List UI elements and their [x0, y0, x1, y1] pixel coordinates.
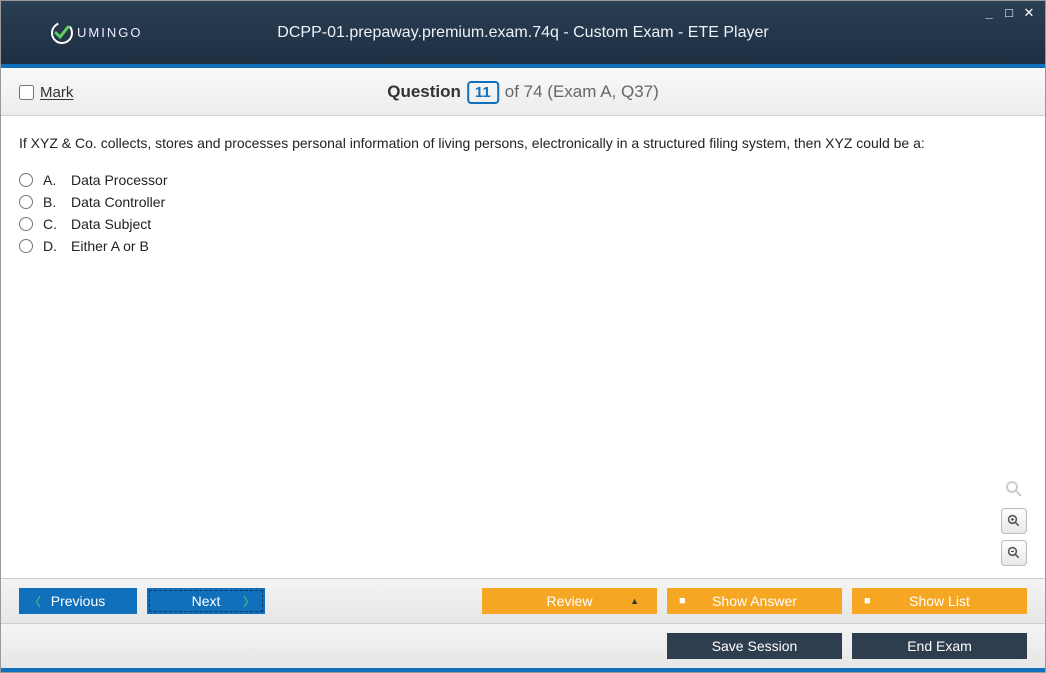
checkbox-icon: ■	[864, 595, 871, 607]
option-c[interactable]: C. Data Subject	[19, 216, 1027, 232]
question-label: Question	[387, 82, 461, 102]
logo: UMINGO	[49, 20, 142, 46]
next-label: Next	[192, 593, 221, 609]
show-answer-label: Show Answer	[712, 593, 797, 609]
option-d[interactable]: D. Either A or B	[19, 238, 1027, 254]
option-a[interactable]: A. Data Processor	[19, 172, 1027, 188]
mark-checkbox[interactable]	[19, 85, 34, 100]
chevron-right-icon: 〉	[243, 593, 255, 610]
logo-text: UMINGO	[77, 25, 142, 40]
triangle-up-icon: ▲	[630, 596, 639, 606]
save-session-button[interactable]: Save Session	[667, 633, 842, 659]
mark-label: Mark	[40, 84, 73, 101]
previous-button[interactable]: 〈 Previous	[19, 588, 137, 614]
nav-bar: 〈 Previous Next 〉 Review ▲ ■ Show Answer…	[1, 578, 1045, 623]
zoom-out-button[interactable]	[1001, 540, 1027, 566]
show-answer-button[interactable]: ■ Show Answer	[667, 588, 842, 614]
question-total: of 74 (Exam A, Q37)	[505, 82, 659, 102]
review-label: Review	[547, 593, 593, 609]
option-d-radio[interactable]	[19, 239, 33, 253]
chevron-left-icon: 〈	[29, 593, 41, 610]
next-button[interactable]: Next 〉	[147, 588, 265, 614]
review-button[interactable]: Review ▲	[482, 588, 657, 614]
titlebar: UMINGO DCPP-01.prepaway.premium.exam.74q…	[1, 1, 1045, 64]
option-c-radio[interactable]	[19, 217, 33, 231]
mark-checkbox-wrap[interactable]: Mark	[19, 84, 73, 101]
option-text: Data Processor	[71, 172, 167, 188]
minimize-button[interactable]: _	[981, 5, 997, 21]
question-number: 11	[467, 81, 499, 104]
show-list-label: Show List	[909, 593, 970, 609]
maximize-button[interactable]: □	[1001, 5, 1017, 21]
end-exam-button[interactable]: End Exam	[852, 633, 1027, 659]
previous-label: Previous	[51, 593, 105, 609]
footer-separator	[1, 668, 1045, 672]
question-header: Mark Question 11 of 74 (Exam A, Q37)	[1, 68, 1045, 116]
search-icon[interactable]	[1001, 476, 1027, 502]
show-list-button[interactable]: ■ Show List	[852, 588, 1027, 614]
question-content: If XYZ & Co. collects, stores and proces…	[1, 116, 1045, 578]
zoom-controls	[1001, 476, 1027, 566]
question-indicator: Question 11 of 74 (Exam A, Q37)	[387, 81, 659, 104]
zoom-in-button[interactable]	[1001, 508, 1027, 534]
option-text: Data Subject	[71, 216, 151, 232]
checkbox-icon: ■	[679, 595, 686, 607]
option-text: Either A or B	[71, 238, 149, 254]
close-button[interactable]: ✕	[1021, 5, 1037, 21]
question-text: If XYZ & Co. collects, stores and proces…	[19, 134, 1027, 154]
option-b[interactable]: B. Data Controller	[19, 194, 1027, 210]
option-text: Data Controller	[71, 194, 165, 210]
option-letter: A.	[43, 172, 61, 188]
logo-check-icon	[49, 20, 75, 46]
option-letter: C.	[43, 216, 61, 232]
action-bar: Save Session End Exam	[1, 623, 1045, 668]
option-letter: D.	[43, 238, 61, 254]
option-a-radio[interactable]	[19, 173, 33, 187]
options-list: A. Data Processor B. Data Controller C. …	[19, 172, 1027, 254]
option-letter: B.	[43, 194, 61, 210]
window-controls: _ □ ✕	[981, 5, 1037, 21]
window-title: DCPP-01.prepaway.premium.exam.74q - Cust…	[277, 24, 768, 42]
option-b-radio[interactable]	[19, 195, 33, 209]
